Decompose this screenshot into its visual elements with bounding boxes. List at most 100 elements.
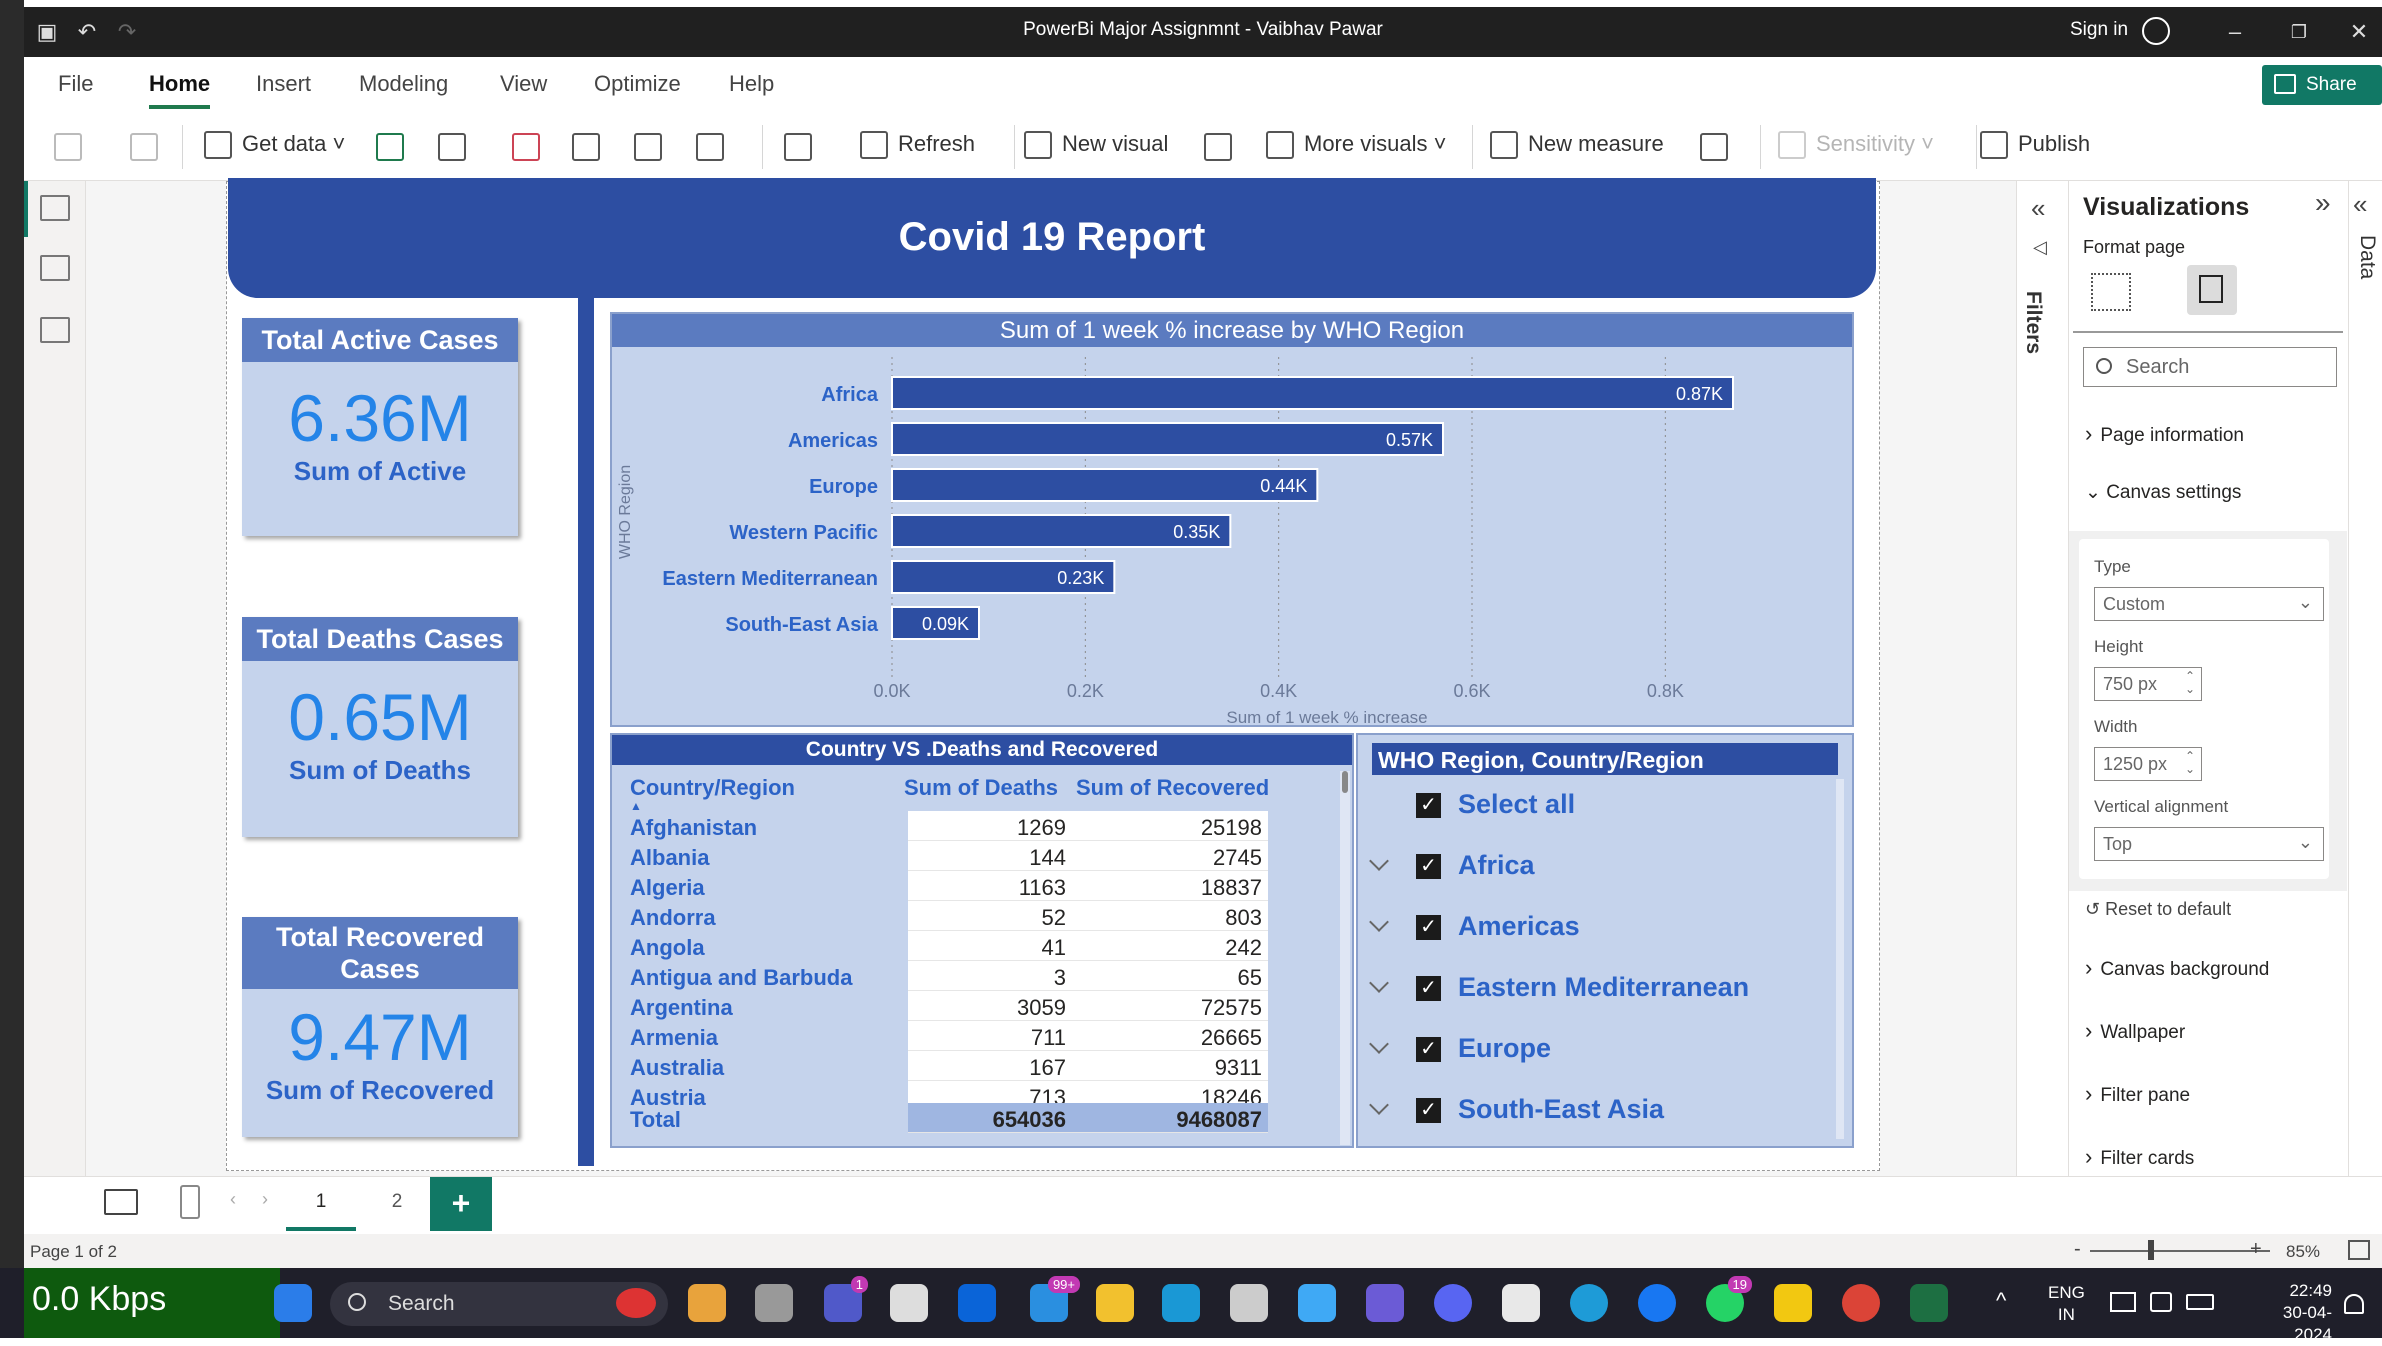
- menu-file[interactable]: File: [58, 71, 93, 97]
- edge-icon[interactable]: [1570, 1284, 1608, 1322]
- dataverse-icon[interactable]: [634, 133, 662, 161]
- notification-bell-icon[interactable]: [2344, 1294, 2364, 1314]
- expand-chevron-icon[interactable]: [1369, 1034, 1389, 1054]
- table-row[interactable]: Afghanistan 1269 25198: [630, 811, 1330, 841]
- page-tab-2[interactable]: 2: [364, 1177, 430, 1231]
- taskbar-search[interactable]: Search: [330, 1282, 668, 1326]
- slicer-scrollbar[interactable]: [1836, 779, 1844, 1139]
- model-view-icon[interactable]: [40, 317, 70, 343]
- column-header-deaths[interactable]: Sum of Deaths: [904, 775, 1058, 801]
- recovered-cases-card[interactable]: Total Recovered Cases 9.47M Sum of Recov…: [242, 917, 518, 1137]
- height-stepper[interactable]: 750 px ⌃ ⌄: [2094, 667, 2202, 701]
- enter-data-icon[interactable]: [572, 133, 600, 161]
- excel-taskbar-icon[interactable]: [1910, 1284, 1948, 1322]
- get-data-button[interactable]: Get data ˅: [204, 131, 345, 160]
- table-row[interactable]: Antigua and Barbuda 3 65: [630, 961, 1330, 991]
- flutter-icon[interactable]: [1298, 1284, 1336, 1322]
- menu-view[interactable]: View: [500, 71, 547, 97]
- checkbox-checked-icon[interactable]: ✓: [1416, 854, 1441, 879]
- section-filter-pane[interactable]: Filter pane: [2085, 1081, 2190, 1107]
- column-header-country[interactable]: Country/Region: [630, 775, 795, 801]
- expand-chevron-icon[interactable]: [1369, 912, 1389, 932]
- facebook-icon[interactable]: [1638, 1284, 1676, 1322]
- format-visual-tab[interactable]: [2187, 265, 2237, 315]
- store-icon[interactable]: [1502, 1284, 1540, 1322]
- quick-measure-icon[interactable]: [1700, 133, 1728, 161]
- chrome-icon[interactable]: [1842, 1284, 1880, 1322]
- checkbox-checked-icon[interactable]: ✓: [1416, 1098, 1441, 1123]
- teams-icon[interactable]: 1: [824, 1276, 868, 1322]
- zoom-slider-track[interactable]: [2090, 1250, 2270, 1252]
- menu-insert[interactable]: Insert: [256, 71, 311, 97]
- slack-icon[interactable]: [890, 1284, 928, 1322]
- volume-icon[interactable]: [2150, 1292, 2172, 1312]
- add-page-button[interactable]: +: [430, 1177, 492, 1231]
- network-speed-widget[interactable]: 0.0 Kbps: [24, 1268, 280, 1338]
- paste-icon[interactable]: [54, 133, 82, 161]
- checkbox-checked-icon[interactable]: ✓: [1416, 793, 1441, 818]
- table-row[interactable]: Armenia 711 26665: [630, 1021, 1330, 1051]
- mail-icon[interactable]: 99+: [1030, 1276, 1080, 1322]
- onelake-icon[interactable]: [438, 133, 466, 161]
- table-row[interactable]: Angola 41 242: [630, 931, 1330, 961]
- section-wallpaper[interactable]: Wallpaper: [2085, 1018, 2185, 1044]
- bar-chart-visual[interactable]: Sum of 1 week % increase by WHO Region 0…: [610, 312, 1854, 727]
- more-visuals-button[interactable]: More visuals ˅: [1266, 131, 1446, 160]
- zoom-in-button[interactable]: +: [2250, 1238, 2262, 1261]
- restore-icon[interactable]: ❐: [2284, 17, 2314, 47]
- share-button[interactable]: Share: [2262, 65, 2382, 105]
- report-view-icon[interactable]: [40, 195, 70, 221]
- region-slicer[interactable]: WHO Region, Country/Region ✓ Select all ✓ A…: [1356, 733, 1854, 1148]
- excel-icon[interactable]: [376, 133, 404, 161]
- transform-data-icon[interactable]: [784, 133, 812, 161]
- stepper-arrows-icon[interactable]: ⌃ ⌄: [2185, 670, 2195, 696]
- clock[interactable]: 22:49 30-04-2024: [2252, 1280, 2332, 1346]
- expand-chevron-icon[interactable]: [1369, 851, 1389, 871]
- table-row[interactable]: Albania 144 2745: [630, 841, 1330, 871]
- checkbox-checked-icon[interactable]: ✓: [1416, 976, 1441, 1001]
- deaths-recovered-table[interactable]: Country VS .Deaths and Recovered Country…: [610, 733, 1354, 1148]
- deaths-cases-card[interactable]: Total Deaths Cases 0.65M Sum of Deaths: [242, 617, 518, 837]
- zoom-out-button[interactable]: -: [2074, 1238, 2081, 1261]
- new-visual-button[interactable]: New visual: [1024, 131, 1168, 160]
- discord-icon[interactable]: [1434, 1284, 1472, 1322]
- checkbox-checked-icon[interactable]: ✓: [1416, 915, 1441, 940]
- table-row[interactable]: Australia 167 9311: [630, 1051, 1330, 1081]
- fit-to-page-icon[interactable]: [2348, 1240, 2370, 1260]
- file-explorer-icon[interactable]: [1096, 1284, 1134, 1322]
- new-measure-button[interactable]: New measure: [1490, 131, 1664, 160]
- zoom-slider-thumb[interactable]: [2148, 1240, 2154, 1260]
- section-canvas-background[interactable]: Canvas background: [2085, 955, 2269, 981]
- language-indicator[interactable]: ENG IN: [2048, 1282, 2085, 1326]
- data-pane[interactable]: « Data: [2348, 181, 2382, 1176]
- show-hidden-icons[interactable]: ^: [1996, 1288, 2006, 1314]
- section-canvas-settings[interactable]: ⌄ Canvas settings: [2085, 481, 2241, 504]
- menu-home[interactable]: Home: [149, 71, 211, 109]
- table-scrollbar[interactable]: [1340, 771, 1350, 1145]
- collapse-chevrons-icon[interactable]: »: [2315, 187, 2331, 219]
- format-painter-icon[interactable]: [130, 133, 158, 161]
- section-page-information[interactable]: Page information: [2085, 421, 2244, 447]
- refresh-button[interactable]: Refresh: [860, 131, 975, 160]
- expand-chevrons-icon[interactable]: «: [2353, 189, 2367, 220]
- windows-start-icon[interactable]: [274, 1284, 312, 1322]
- table-row[interactable]: Argentina 3059 72575: [630, 991, 1330, 1021]
- width-stepper[interactable]: 1250 px ⌃ ⌄: [2094, 747, 2202, 781]
- text-box-icon[interactable]: [1204, 133, 1232, 161]
- task-view-icon[interactable]: [755, 1284, 793, 1322]
- prime-video-icon[interactable]: [1162, 1284, 1200, 1322]
- recent-sources-icon[interactable]: [696, 133, 724, 161]
- menu-modeling[interactable]: Modeling: [359, 71, 448, 97]
- viz-search-input[interactable]: Search: [2083, 347, 2337, 387]
- widgets-icon[interactable]: [688, 1284, 726, 1322]
- battery-icon[interactable]: [2186, 1294, 2214, 1310]
- menu-help[interactable]: Help: [729, 71, 774, 97]
- section-filter-cards[interactable]: Filter cards: [2085, 1144, 2194, 1170]
- table-view-icon[interactable]: [40, 255, 70, 281]
- wifi-icon[interactable]: [2110, 1292, 2136, 1312]
- git-icon[interactable]: [1230, 1284, 1268, 1322]
- expand-chevrons-icon[interactable]: «: [2031, 193, 2045, 224]
- type-dropdown[interactable]: Custom ⌄: [2094, 587, 2324, 621]
- onedrive-icon[interactable]: [958, 1284, 996, 1322]
- page-tab-1[interactable]: 1: [286, 1177, 356, 1231]
